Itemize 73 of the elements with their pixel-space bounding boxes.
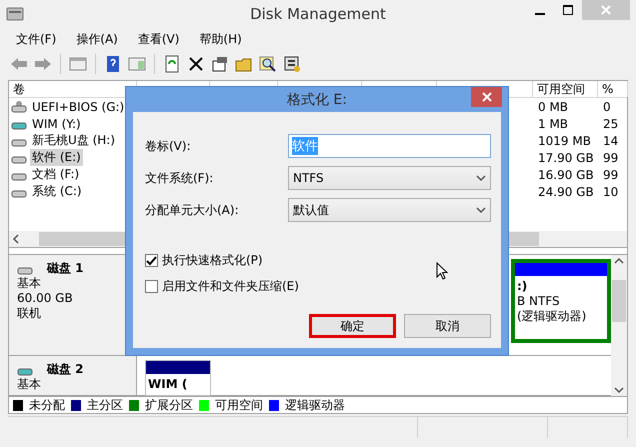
partition-text: (逻辑驱动器) xyxy=(517,309,588,324)
partition-color-bar xyxy=(146,361,210,374)
table-cell-text: 16.90 GB xyxy=(537,168,595,182)
table-cell-text: 0 MB xyxy=(537,100,570,114)
window-title: Disk Management xyxy=(250,5,386,23)
disk-name: 磁盘 2 xyxy=(47,362,84,377)
checkbox[interactable] xyxy=(145,280,158,293)
cursor-icon xyxy=(436,262,448,280)
volume-name[interactable]: 软件 (E:) xyxy=(30,149,83,166)
menu-item[interactable]: 帮助(H) xyxy=(191,30,250,48)
disk-status: 联机 xyxy=(17,306,42,321)
table-cell-text: 14 xyxy=(602,134,620,148)
table-cell-text: 99 xyxy=(602,168,620,182)
delete-icon[interactable] xyxy=(187,55,205,73)
partition-text: WIM ( xyxy=(148,377,188,392)
checkbox-label[interactable]: 启用文件和文件夹压缩(E) xyxy=(162,278,299,295)
table-cell-text: 24.90 GB xyxy=(537,184,595,198)
dropdown[interactable]: 默认值 xyxy=(288,198,491,222)
field-label: 分配单元大小(A): xyxy=(145,202,240,218)
close-icon xyxy=(601,5,611,15)
legend-label: 可用空间 xyxy=(215,396,263,414)
field-label: 卷标(V): xyxy=(145,138,192,154)
table-cell-text: 25 xyxy=(602,116,620,130)
close-button[interactable] xyxy=(471,87,502,107)
panel-icon[interactable] xyxy=(69,55,87,73)
menu-item[interactable]: 操作(A) xyxy=(68,30,126,48)
table-cell-text: 1 MB xyxy=(537,116,570,130)
scrollbar-thumb[interactable] xyxy=(612,280,626,322)
disk-type: 基本 xyxy=(17,276,42,291)
table-cell-text: 1019 MB xyxy=(537,134,592,148)
volume-name[interactable]: UEFI+BIOS (G:) xyxy=(30,100,126,114)
column-header[interactable]: % xyxy=(598,81,628,97)
dialog-button[interactable]: 取消 xyxy=(404,314,491,338)
disk-type: 基本 xyxy=(17,377,42,392)
table-cell-text: 10 xyxy=(602,184,620,198)
volume-name[interactable]: 文档 (F:) xyxy=(30,166,82,183)
legend-label: 扩展分区 xyxy=(145,396,193,414)
table-cell-text: 0 xyxy=(602,100,612,114)
legend-label: 主分区 xyxy=(87,396,123,414)
close-icon xyxy=(482,92,492,102)
maximize-icon xyxy=(563,5,573,15)
checkbox-label[interactable]: 执行快速格式化(P) xyxy=(162,252,263,269)
menu-item[interactable]: 查看(V) xyxy=(130,30,188,48)
volume-name[interactable]: 系统 (C:) xyxy=(30,183,84,200)
disk-name: 磁盘 1 xyxy=(47,261,84,276)
scroll-up-icon[interactable] xyxy=(614,257,624,265)
minimize-icon xyxy=(535,12,545,14)
refresh-icon[interactable] xyxy=(163,55,181,73)
partition-text: B NTFS xyxy=(517,294,561,309)
checkbox[interactable] xyxy=(145,254,158,267)
table-cell-text: 17.90 GB xyxy=(537,150,595,164)
volume-name[interactable]: WIM (Y:) xyxy=(30,116,83,130)
partition-block[interactable]: WIM ( xyxy=(145,360,211,396)
magnifier-icon[interactable] xyxy=(259,55,277,73)
table-cell-text: 99 xyxy=(602,150,620,164)
caret-icon xyxy=(476,174,486,182)
drive-icon xyxy=(11,100,27,114)
volume-name[interactable]: 新毛桃U盘 (H:) xyxy=(30,132,118,149)
legend-label: 逻辑驱动器 xyxy=(285,396,345,414)
caret-icon xyxy=(476,206,486,214)
field-label: 文件系统(F): xyxy=(145,170,214,186)
disk-size: 60.00 GB xyxy=(17,291,74,306)
partition-text: :) xyxy=(517,279,528,294)
dropdown[interactable]: NTFS xyxy=(288,166,491,190)
dialog-title: 格式化 E: xyxy=(286,90,347,108)
legend-label: 未分配 xyxy=(29,396,65,414)
dialog-button[interactable]: 确定 xyxy=(309,314,396,338)
column-header[interactable]: 可用空间 xyxy=(533,81,598,97)
scroll-down-icon[interactable] xyxy=(614,386,624,394)
partition-block[interactable]: :) B NTFS (逻辑驱动器) xyxy=(511,259,611,343)
help-icon[interactable] xyxy=(104,55,122,73)
panel-icon[interactable] xyxy=(128,55,146,73)
menu-item[interactable]: 文件(F) xyxy=(8,30,64,48)
